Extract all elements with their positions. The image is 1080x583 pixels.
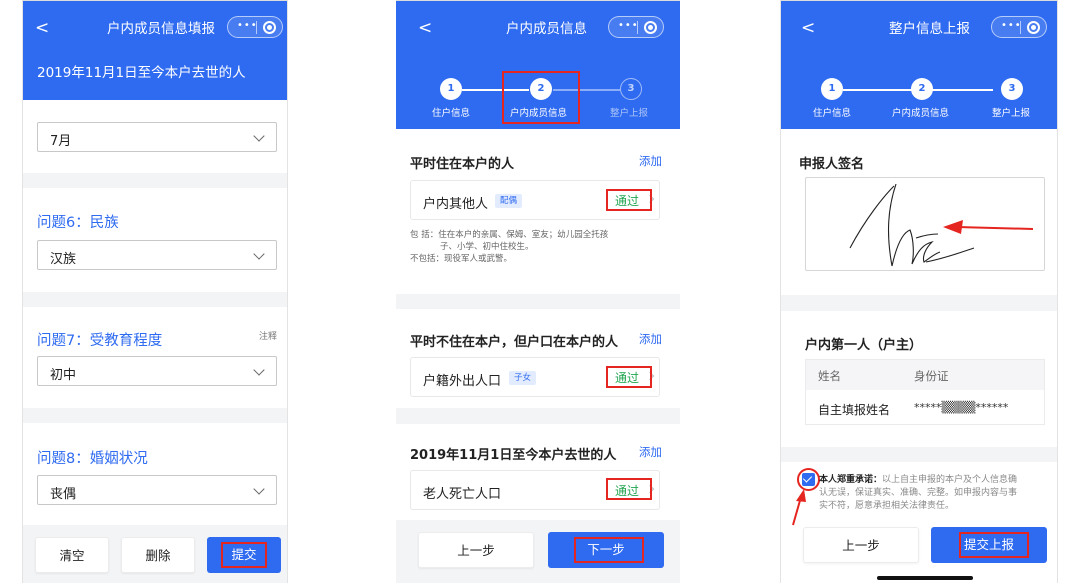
step-2: 2 [911, 78, 933, 100]
highlight-box [959, 532, 1029, 558]
mini-program-capsule[interactable]: ••• [991, 16, 1047, 38]
marital-status-select[interactable]: 丧偶 [37, 475, 277, 505]
highlight-box [574, 537, 644, 563]
capsule-divider [637, 21, 638, 34]
step-1: 1 [440, 78, 462, 100]
more-icon[interactable]: ••• [1001, 20, 1022, 31]
question-8-title: 问题8：婚姻状况 [37, 451, 148, 467]
section-title-registered: 平时不住在本户，但户口在本户的人 [410, 335, 619, 350]
table-header: 姓名 身份证 [806, 360, 1044, 390]
household-head-table: 姓名 身份证 自主填报姓名 *****▒▒▒▒****** [805, 359, 1045, 425]
include-note-cont: 子、小学、初中住校生。 [440, 242, 534, 252]
section-divider [396, 294, 680, 309]
page-title: 户内成员信息填报 [107, 21, 215, 37]
exclude-note: 不包括：现役军人或武警。 [410, 254, 513, 264]
step-2-label: 户内成员信息 [892, 108, 950, 119]
header-subtitle: 2019年11月1日至今本户去世的人 [37, 65, 246, 81]
mini-program-capsule[interactable]: ••• [227, 16, 283, 38]
clear-button[interactable]: 清空 [35, 537, 109, 573]
page-title: 户内成员信息 [506, 21, 587, 37]
marital-status-select-value: 丧偶 [50, 487, 77, 502]
education-select[interactable]: 初中 [37, 356, 277, 386]
promise-line-1: 以上自主申报的本户及个人信息确 [882, 475, 1018, 485]
section-divider [781, 295, 1057, 311]
pointer-arrow-icon [943, 220, 1034, 234]
more-icon[interactable]: ••• [618, 20, 639, 31]
step-1-label: 住户信息 [432, 108, 471, 119]
add-deceased-link[interactable]: 添加 [639, 444, 662, 460]
highlight-box [502, 71, 580, 124]
month-select-value: 7月 [50, 134, 72, 149]
panel-member-form: < 户内成员信息填报 ••• 2019年11月1日至今本户去世的人 7月 问题6… [22, 0, 288, 583]
capsule-divider [256, 21, 257, 34]
back-icon[interactable]: < [801, 18, 815, 38]
highlight-box [606, 366, 652, 388]
prev-step-button[interactable]: 上一步 [803, 527, 919, 563]
more-icon[interactable]: ••• [237, 20, 258, 31]
section-divider [23, 408, 287, 423]
chevron-down-icon [253, 483, 265, 495]
page-title: 整户信息上报 [889, 21, 970, 37]
panel-household-submit: < 整户信息上报 ••• 1 2 3 住户信息 户内成员信息 整户上报 申报人签… [780, 0, 1058, 583]
signature-title: 申报人签名 [799, 157, 865, 172]
mini-program-capsule[interactable]: ••• [608, 16, 664, 38]
highlight-box [606, 189, 652, 211]
member-name: 户籍外出人口 [423, 374, 502, 389]
add-registered-link[interactable]: 添加 [639, 331, 662, 347]
promise-line-3: 实不符，愿意承担相关法律责任。 [819, 501, 955, 511]
section-divider [23, 292, 287, 307]
add-resident-link[interactable]: 添加 [639, 153, 662, 169]
close-circle-icon[interactable] [263, 21, 276, 34]
back-icon[interactable]: < [418, 18, 432, 38]
ethnicity-select[interactable]: 汉族 [37, 240, 277, 270]
promise-bold: 本人郑重承诺： [819, 475, 883, 485]
step-1: 1 [821, 78, 843, 100]
annotation-link[interactable]: 注释 [259, 329, 277, 342]
close-circle-icon[interactable] [644, 21, 657, 34]
col-id-header: 身份证 [914, 369, 949, 383]
pointer-arrow-icon [792, 489, 806, 526]
relation-badge: 子女 [509, 371, 537, 385]
close-circle-icon[interactable] [1027, 21, 1040, 34]
highlight-box [221, 542, 267, 568]
section-divider [396, 408, 680, 424]
delete-button[interactable]: 删除 [121, 537, 195, 573]
step-3-label: 整户上报 [610, 108, 649, 119]
step-1-label: 住户信息 [813, 108, 852, 119]
question-6-title: 问题6：民族 [37, 215, 119, 231]
chevron-down-icon [253, 248, 265, 260]
section-title-deceased: 2019年11月1日至今本户去世的人 [410, 448, 617, 463]
promise-line-2: 认无误，保证真实、准确、完整。如申报内容与事 [819, 488, 1018, 498]
relation-badge: 配偶 [495, 194, 523, 208]
head-name-cell: 自主填报姓名 [818, 403, 891, 417]
head-id-cell: *****▒▒▒▒****** [914, 401, 1009, 414]
section-title-residents: 平时住在本户的人 [410, 157, 515, 172]
section-divider [23, 173, 287, 188]
step-3-label: 整户上报 [992, 108, 1031, 119]
col-name-header: 姓名 [818, 369, 841, 383]
include-note: 包 括：住在本户的亲属、保姆、室友；幼儿园全托孩 [410, 230, 609, 240]
chevron-down-icon [253, 130, 265, 142]
prev-step-button[interactable]: 上一步 [418, 532, 534, 568]
promise-text: 本人郑重承诺：以上自主申报的本户及个人信息确 认无误，保证真实、准确、完整。如申… [819, 474, 1051, 513]
highlight-box [606, 478, 652, 500]
education-select-value: 初中 [50, 368, 77, 383]
panel-member-list: < 户内成员信息 ••• 1 2 3 住户信息 户内成员信息 整户上报 平时住在… [396, 0, 680, 583]
member-name: 户内其他人 [423, 197, 489, 212]
step-3: 3 [1001, 78, 1023, 100]
month-select[interactable]: 7月 [37, 122, 277, 152]
member-name: 老人死亡人口 [423, 487, 502, 502]
ethnicity-select-value: 汉族 [50, 252, 77, 267]
step-3: 3 [620, 78, 642, 100]
question-7-title: 问题7：受教育程度 [37, 333, 163, 349]
capsule-divider [1020, 21, 1021, 34]
section-divider [781, 447, 1057, 462]
back-icon[interactable]: < [35, 18, 49, 38]
household-head-title: 户内第一人（户主） [805, 338, 923, 353]
chevron-down-icon [253, 364, 265, 376]
home-indicator [877, 576, 973, 580]
